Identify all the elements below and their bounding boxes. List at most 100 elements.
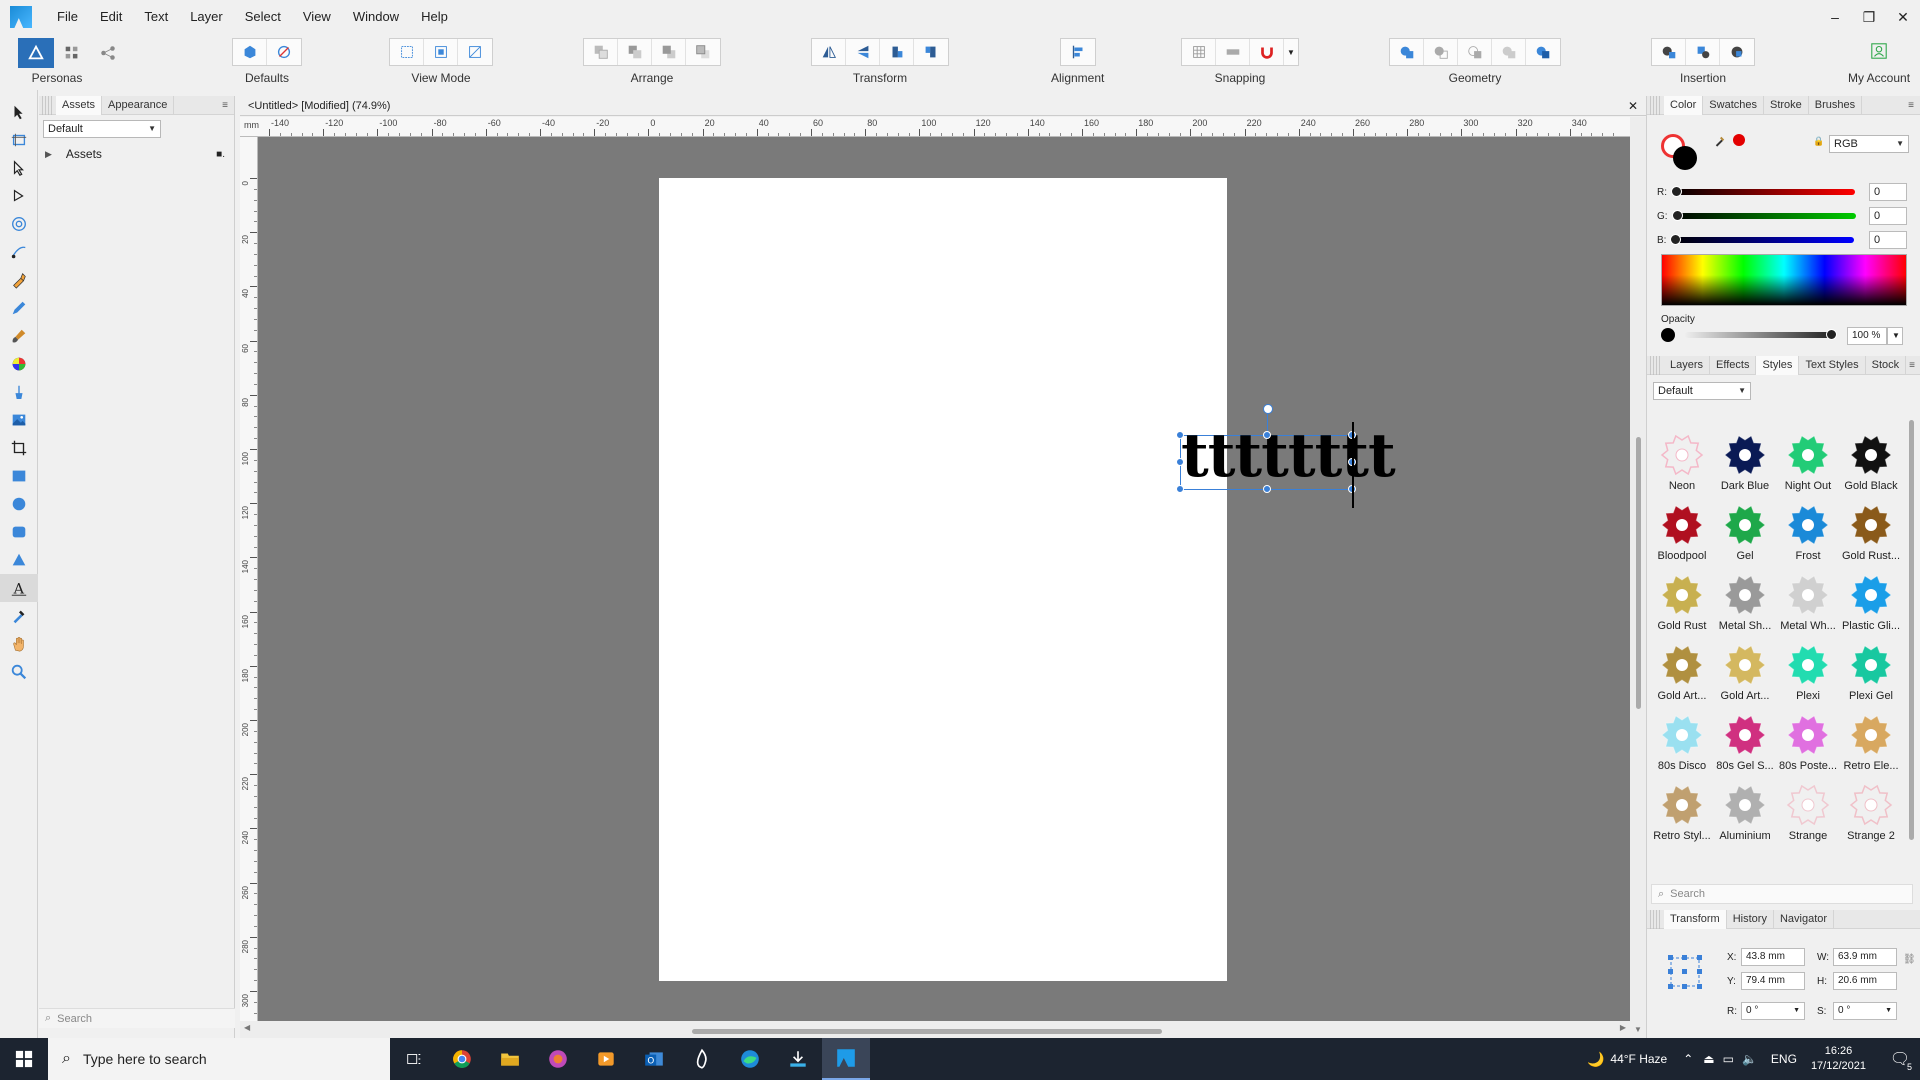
tab-transform[interactable]: Transform: [1664, 909, 1727, 929]
menu-layer[interactable]: Layer: [179, 0, 234, 34]
style-preset[interactable]: Night Out: [1777, 432, 1839, 502]
fill-stroke-selector[interactable]: [1661, 134, 1699, 172]
link-icon[interactable]: ⛓: [1903, 954, 1916, 965]
panel-grip[interactable]: [42, 95, 52, 115]
artboard-tool[interactable]: [0, 126, 38, 154]
style-preset[interactable]: Frost: [1777, 502, 1839, 572]
panel-grip[interactable]: [1650, 355, 1660, 375]
notifications-button[interactable]: 🗨 5: [1880, 1038, 1920, 1080]
red-slider-knob[interactable]: [1671, 186, 1682, 197]
style-preset[interactable]: Gold Rust...: [1840, 502, 1901, 572]
file-explorer-app[interactable]: [486, 1038, 534, 1080]
resize-handle-top-left[interactable]: [1176, 431, 1184, 439]
alignment-button[interactable]: [1061, 39, 1095, 65]
styles-scrollbar[interactable]: [1909, 406, 1915, 846]
red-value-field[interactable]: 0: [1869, 183, 1907, 201]
resize-handle-top[interactable]: [1263, 431, 1271, 439]
style-preset[interactable]: Gel: [1714, 502, 1776, 572]
styles-search[interactable]: ⌕ Search: [1651, 884, 1913, 904]
close-window-button[interactable]: ✕: [1886, 0, 1920, 34]
style-preset[interactable]: Strange 2: [1840, 782, 1901, 852]
opacity-slider-knob[interactable]: [1826, 329, 1837, 340]
assets-search[interactable]: ⌕ Search: [39, 1008, 235, 1028]
chrome-app[interactable]: [438, 1038, 486, 1080]
media-app[interactable]: [582, 1038, 630, 1080]
designer-persona-button[interactable]: [18, 38, 54, 68]
tab-assets[interactable]: Assets: [56, 95, 103, 115]
rotate-right-button[interactable]: [914, 39, 948, 65]
document-tab[interactable]: <Untitled> [Modified] (74.9%) ✕: [240, 96, 1646, 116]
style-preset[interactable]: Retro Styl...: [1651, 782, 1713, 852]
tab-effects[interactable]: Effects: [1710, 355, 1757, 375]
eyedropper-icon[interactable]: [1713, 134, 1727, 148]
x-position-field[interactable]: 43.8 mm: [1741, 948, 1805, 966]
clock[interactable]: 16:26 17/12/2021: [1811, 1044, 1866, 1074]
add-geometry-button[interactable]: [1390, 39, 1424, 65]
menu-text[interactable]: Text: [133, 0, 179, 34]
style-preset[interactable]: Aluminium: [1714, 782, 1776, 852]
green-value-field[interactable]: 0: [1869, 207, 1907, 225]
style-preset[interactable]: Plexi: [1777, 642, 1839, 712]
style-preset[interactable]: Retro Ele...: [1840, 712, 1901, 782]
panel-menu-icon[interactable]: ≡: [1908, 100, 1914, 111]
insert-inside-button[interactable]: [1720, 39, 1754, 65]
outlook-app[interactable]: O: [630, 1038, 678, 1080]
menu-edit[interactable]: Edit: [89, 0, 133, 34]
style-preset[interactable]: Gold Black: [1840, 432, 1901, 502]
styles-scrollbar-thumb[interactable]: [1909, 420, 1914, 840]
rectangle-tool[interactable]: [0, 462, 38, 490]
scroll-right-icon[interactable]: ▶: [1620, 1023, 1626, 1032]
view-mode-split-button[interactable]: [458, 39, 492, 65]
rounded-rectangle-tool[interactable]: [0, 518, 38, 546]
vector-brush-tool[interactable]: [0, 322, 38, 350]
tab-swatches[interactable]: Swatches: [1703, 95, 1764, 115]
sync-defaults-button[interactable]: [233, 39, 267, 65]
view-mode-normal-button[interactable]: [390, 39, 424, 65]
vertical-scrollbar[interactable]: ▼: [1630, 117, 1646, 1038]
zoom-tool[interactable]: [0, 658, 38, 686]
view-tool[interactable]: [0, 630, 38, 658]
weather-text[interactable]: 44°F Haze: [1610, 1052, 1667, 1066]
artistic-text[interactable]: tttttttt: [1181, 426, 1396, 486]
corner-tool[interactable]: [0, 238, 38, 266]
shear-field[interactable]: 0 ° ▼: [1833, 1002, 1897, 1020]
chevron-up-icon[interactable]: ⌃: [1683, 1052, 1693, 1066]
artboard-page[interactable]: tttttttt: [659, 178, 1396, 981]
styles-category-dropdown[interactable]: Default ▼: [1653, 382, 1751, 400]
blue-slider-knob[interactable]: [1670, 234, 1682, 245]
point-transform-tool[interactable]: [0, 182, 38, 210]
flip-vertical-button[interactable]: [846, 39, 880, 65]
vertical-scrollbar-thumb[interactable]: [1636, 437, 1641, 709]
usb-icon[interactable]: ⏏: [1703, 1052, 1714, 1066]
node-tool[interactable]: [0, 154, 38, 182]
assets-category-row[interactable]: ▶ Assets ■.: [39, 144, 235, 164]
opacity-slider[interactable]: [1685, 329, 1837, 340]
tab-stock[interactable]: Stock: [1866, 355, 1907, 375]
pen-tool[interactable]: [0, 266, 38, 294]
lock-icon[interactable]: 🔒: [1813, 136, 1824, 147]
snapping-magnet-button[interactable]: [1250, 39, 1284, 65]
canvas[interactable]: tttttttt: [258, 137, 1630, 1021]
rotation-handle[interactable]: [1263, 404, 1273, 414]
view-mode-outline-button[interactable]: [424, 39, 458, 65]
red-slider[interactable]: [1671, 186, 1855, 197]
export-persona-button[interactable]: [90, 38, 126, 68]
style-preset[interactable]: Plastic Gli...: [1840, 572, 1901, 642]
tab-color[interactable]: Color: [1664, 95, 1704, 115]
style-preset[interactable]: Metal Wh...: [1777, 572, 1839, 642]
move-to-front-button[interactable]: [686, 39, 720, 65]
triangle-tool[interactable]: [0, 546, 38, 574]
vertical-ruler[interactable]: 0 20 40 60 80 100 120 140 160 180 200 220 240 260 280 3…: [240, 137, 258, 1021]
artistic-text-tool[interactable]: A: [0, 574, 38, 602]
resize-handle-bottom[interactable]: [1263, 485, 1271, 493]
transparency-tool[interactable]: [0, 378, 38, 406]
horizontal-scrollbar-thumb[interactable]: [692, 1029, 1162, 1034]
close-document-button[interactable]: ✕: [1628, 96, 1638, 116]
style-preset[interactable]: 80s Poste...: [1777, 712, 1839, 782]
panel-grip[interactable]: [1650, 95, 1660, 115]
chevron-right-icon[interactable]: ▶: [45, 149, 52, 160]
revert-defaults-button[interactable]: [267, 39, 301, 65]
style-preset[interactable]: 80s Gel S...: [1714, 712, 1776, 782]
style-preset[interactable]: 80s Disco: [1651, 712, 1713, 782]
color-model-dropdown[interactable]: RGB ▼: [1829, 135, 1909, 153]
